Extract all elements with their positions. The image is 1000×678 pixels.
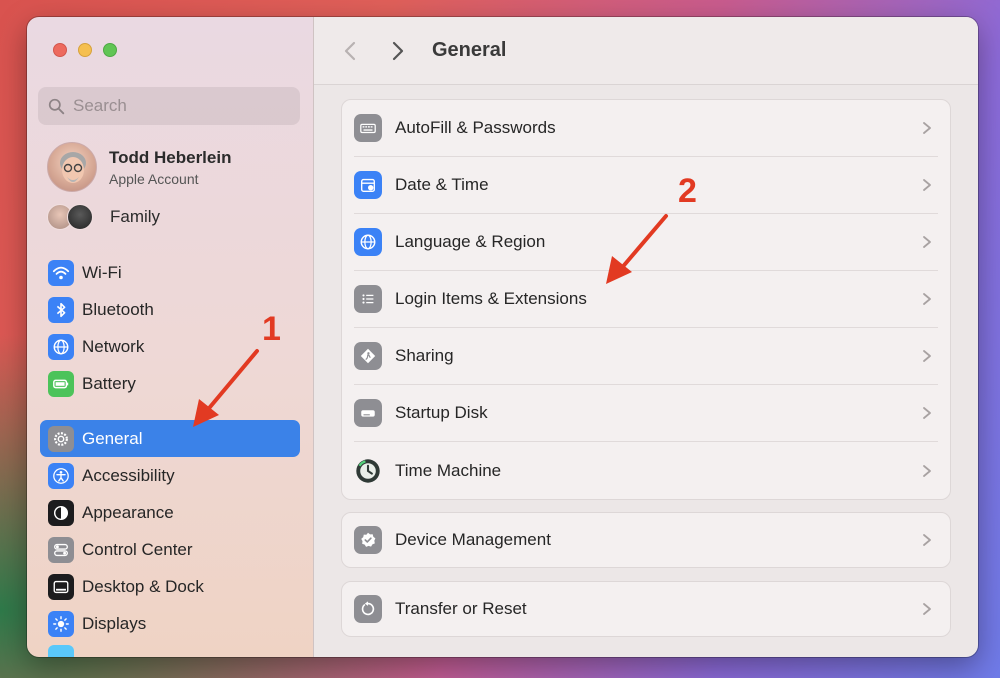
row-time-machine[interactable]: Time Machine [354,442,938,499]
avatar [47,142,97,192]
toolbar: General [314,17,978,85]
globe-icon [48,333,74,360]
chevron-right-icon [923,122,931,134]
settings-group-device-management: Device Management [341,512,951,568]
row-date-time[interactable]: Date & Time [354,157,938,214]
search-icon [48,98,65,114]
chevron-right-icon [923,603,931,615]
sidebar-item-appearance[interactable]: Appearance [40,494,300,531]
row-label: Device Management [395,530,551,549]
battery-icon [48,370,74,397]
window-controls [53,43,117,57]
chevron-left-icon [344,41,356,60]
row-device-management[interactable]: Device Management [354,513,938,567]
row-language-region[interactable]: Language & Region [354,214,938,271]
chevron-right-icon [923,350,931,362]
keyboard-icon [354,114,382,142]
gear-icon [48,425,74,452]
row-sharing[interactable]: Sharing [354,328,938,385]
sidebar-item-label: Appearance [82,502,174,522]
sun-icon [48,610,74,637]
system-settings-window: Todd Heberlein Apple Account Family Wi-F… [27,17,978,657]
settings-group-general: AutoFill & Passwords Date & Time Languag… [341,99,951,500]
row-transfer-reset[interactable]: Transfer or Reset [354,582,938,636]
search-input[interactable] [73,96,273,116]
settings-group-transfer-reset: Transfer or Reset [341,581,951,637]
appearance-icon [48,499,74,526]
row-login-items-extensions[interactable]: Login Items & Extensions [354,271,938,328]
badge-check-icon [354,526,382,554]
annotation-step-1: 1 [262,310,281,348]
sidebar-item-label: Accessibility [82,465,175,485]
chevron-right-icon [923,236,931,248]
row-startup-disk[interactable]: Startup Disk [354,385,938,442]
accessibility-icon [48,462,74,489]
sidebar-item-label: General [82,428,143,448]
apple-account[interactable]: Todd Heberlein Apple Account [47,142,231,192]
control-center-icon [48,536,74,563]
chevron-right-icon [923,534,931,546]
list-icon [354,285,382,313]
account-name: Todd Heberlein [109,147,232,167]
chevron-right-icon [923,464,931,477]
sidebar-item-label: Network [82,336,145,356]
row-label: Transfer or Reset [395,599,527,618]
forward-button[interactable] [384,37,412,65]
memoji-icon [60,152,86,183]
sidebar-item-label: Control Center [82,539,193,559]
dock-icon [48,573,74,600]
zoom-button[interactable] [103,43,117,57]
reset-icon [354,595,382,623]
wifi-icon [48,259,74,286]
family-avatar [67,204,93,230]
account-subtitle: Apple Account [109,170,199,187]
annotation-step-2: 2 [678,172,697,210]
time-machine-icon [354,457,382,485]
row-autofill-passwords[interactable]: AutoFill & Passwords [354,100,938,157]
sidebar-item-desktop-dock[interactable]: Desktop & Dock [40,568,300,605]
globe-icon [354,228,382,256]
chevron-right-icon [923,293,931,305]
sidebar-item-accessibility[interactable]: Accessibility [40,457,300,494]
row-label: Startup Disk [395,403,488,422]
search-field[interactable] [38,87,300,125]
chevron-right-icon [923,179,931,191]
sidebar-item-label: Desktop & Dock [82,576,204,596]
chevron-right-icon [392,41,404,60]
row-label: Time Machine [395,460,502,480]
chevron-right-icon [923,407,931,419]
sidebar-item-network[interactable]: Network [40,328,300,365]
row-label: Login Items & Extensions [395,289,587,308]
sidebar-item-bluetooth[interactable]: Bluetooth [40,291,300,328]
sidebar-item-displays[interactable]: Displays [40,605,300,642]
minimize-button[interactable] [78,43,92,57]
sidebar-item-general[interactable]: General [40,420,300,457]
sidebar-network-section: Wi-Fi Bluetooth Network Battery [40,254,300,402]
page-title: General [432,39,507,61]
sidebar-item-wifi[interactable]: Wi-Fi [40,254,300,291]
family-label: Family [110,207,161,226]
sidebar-item-battery[interactable]: Battery [40,365,300,402]
row-label: AutoFill & Passwords [395,118,556,137]
sidebar-system-section: General Accessibility Appearance Control… [40,420,300,657]
close-button[interactable] [53,43,67,57]
calendar-icon [354,171,382,199]
row-label: Sharing [395,346,454,365]
sidebar-item-label: Bluetooth [82,299,154,319]
family-avatars [47,204,95,230]
disk-icon [354,399,382,427]
screensaver-icon [48,645,74,657]
sharing-icon [354,342,382,370]
sidebar-item-label: Battery [82,373,136,393]
sidebar-item-control-center[interactable]: Control Center [40,531,300,568]
row-label: Date & Time [395,175,489,194]
sidebar-item-label: Wi-Fi [82,262,122,282]
sidebar-item-label: Displays [82,613,147,633]
main-pane: General AutoFill & Passwords Date & Time [314,17,978,657]
family-item[interactable]: Family [47,204,160,230]
back-button[interactable] [336,37,364,65]
row-label: Language & Region [395,232,546,251]
sidebar-item-partial[interactable] [40,642,300,657]
bluetooth-icon [48,296,74,323]
